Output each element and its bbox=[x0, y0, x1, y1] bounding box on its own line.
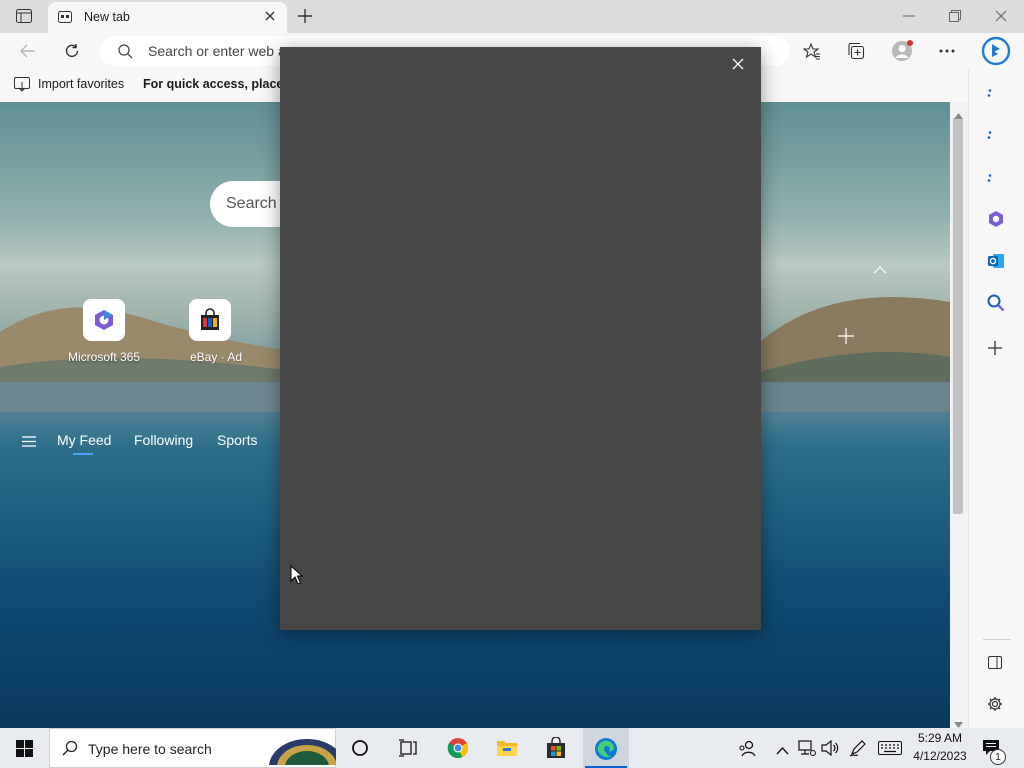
search-icon bbox=[62, 740, 78, 759]
dialog-panel bbox=[280, 47, 761, 630]
taskbar-search-placeholder: Type here to search bbox=[88, 741, 212, 757]
windows-start-icon[interactable] bbox=[16, 740, 33, 760]
close-dialog-icon[interactable] bbox=[732, 58, 744, 73]
web-search-placeholder: Search bbox=[226, 195, 277, 212]
quick-link-label: eBay · Ad bbox=[190, 350, 243, 364]
gear-icon[interactable] bbox=[987, 696, 1003, 715]
add-quick-link-icon[interactable] bbox=[838, 328, 854, 347]
scrollbar-thumb[interactable] bbox=[953, 118, 963, 514]
sidebar-divider bbox=[983, 639, 1011, 640]
search-highlight-image bbox=[262, 733, 345, 768]
scroll-up-arrow-icon[interactable] bbox=[954, 107, 963, 122]
restore-button[interactable] bbox=[944, 6, 966, 26]
edge-sidebar bbox=[968, 69, 1024, 728]
profile-avatar[interactable] bbox=[890, 39, 914, 63]
hide-sidebar-icon[interactable] bbox=[988, 656, 1002, 672]
file-explorer-icon[interactable] bbox=[496, 738, 518, 761]
quick-link-ebay[interactable] bbox=[189, 299, 231, 341]
tab-title: New tab bbox=[84, 10, 130, 24]
active-tab-indicator bbox=[73, 453, 93, 455]
pen-ink-icon[interactable] bbox=[849, 739, 867, 760]
favorites-icon[interactable] bbox=[802, 41, 822, 61]
taskbar-date[interactable]: 4/12/2023 bbox=[908, 749, 972, 763]
microsoft-store-icon[interactable] bbox=[545, 736, 567, 762]
search-icon bbox=[118, 44, 133, 62]
mouse-pointer-icon bbox=[290, 564, 304, 588]
import-favorites-link[interactable]: Import favorites bbox=[38, 77, 124, 91]
chevron-up-icon[interactable] bbox=[873, 262, 887, 277]
microsoft-365-icon bbox=[92, 308, 116, 335]
taskbar-time[interactable]: 5:29 AM bbox=[908, 731, 972, 745]
volume-icon[interactable] bbox=[821, 739, 839, 759]
search-icon[interactable] bbox=[987, 294, 1005, 315]
tab-actions-icon[interactable] bbox=[14, 7, 34, 25]
shopping-bag-icon bbox=[198, 308, 222, 335]
people-icon[interactable] bbox=[738, 739, 756, 760]
address-placeholder: Search or enter web a bbox=[148, 43, 286, 59]
feed-tab-my-feed[interactable]: My Feed bbox=[57, 432, 111, 448]
sidebar-app-icon[interactable] bbox=[987, 170, 993, 185]
taskbar-search-box[interactable]: Type here to search bbox=[49, 728, 345, 768]
quick-link-label: Microsoft 365 bbox=[68, 350, 141, 364]
more-options-icon[interactable] bbox=[936, 41, 958, 61]
new-tab-button[interactable] bbox=[294, 5, 316, 27]
feed-menu-icon[interactable] bbox=[22, 435, 36, 450]
quick-link-microsoft-365[interactable] bbox=[83, 299, 125, 341]
feed-tab-sports[interactable]: Sports bbox=[217, 432, 257, 448]
feed-tab-following[interactable]: Following bbox=[134, 432, 193, 448]
touch-keyboard-icon[interactable] bbox=[878, 741, 902, 758]
tab-new-tab[interactable]: New tab bbox=[48, 2, 287, 33]
collections-icon[interactable] bbox=[846, 41, 866, 61]
sidebar-app-icon[interactable] bbox=[987, 127, 993, 142]
new-tab-page-icon bbox=[58, 10, 72, 27]
network-icon[interactable] bbox=[798, 740, 816, 759]
sidebar-app-icon[interactable] bbox=[987, 85, 993, 100]
show-hidden-icons-chevron-icon[interactable] bbox=[776, 743, 789, 758]
refresh-button[interactable] bbox=[62, 41, 82, 61]
favorites-hint-text: For quick access, place yo bbox=[143, 77, 302, 91]
minimize-button[interactable] bbox=[898, 6, 920, 26]
chrome-icon[interactable] bbox=[447, 737, 469, 762]
edge-icon[interactable] bbox=[594, 737, 618, 764]
close-window-button[interactable] bbox=[990, 6, 1012, 26]
notification-count-badge: 1 bbox=[990, 749, 1006, 765]
bing-chat-icon[interactable] bbox=[979, 34, 1013, 68]
close-tab-icon[interactable] bbox=[264, 10, 276, 25]
outlook-icon[interactable] bbox=[987, 252, 1005, 273]
cortana-icon[interactable] bbox=[351, 739, 369, 760]
task-view-icon[interactable] bbox=[398, 739, 418, 760]
import-favorites-icon bbox=[14, 77, 30, 95]
back-button[interactable] bbox=[18, 41, 38, 61]
add-sidebar-app-icon[interactable] bbox=[988, 341, 1002, 358]
microsoft-365-icon[interactable] bbox=[987, 210, 1005, 231]
